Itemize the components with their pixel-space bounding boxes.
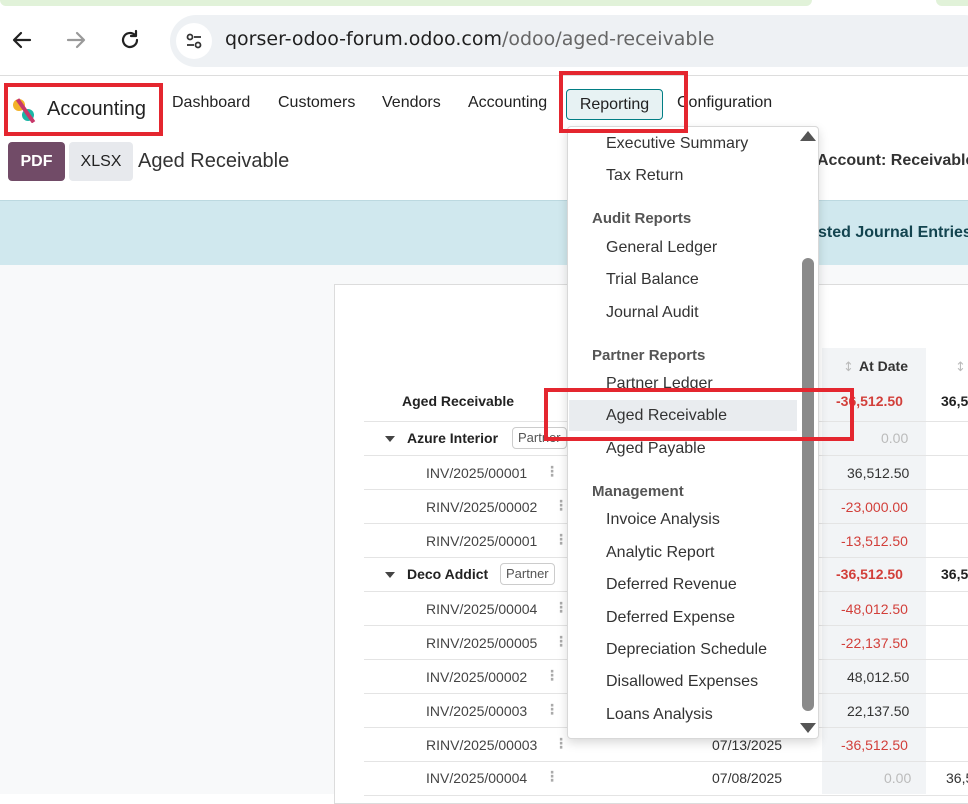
account-filter[interactable]: Account: Receivable: [817, 152, 968, 170]
at-date-value: 0.00: [884, 770, 912, 786]
invoice-ref[interactable]: RINV/2025/00005: [426, 635, 537, 651]
scrollbar-thumb[interactable]: [802, 258, 814, 711]
menu-item-journal-audit[interactable]: Journal Audit: [606, 304, 699, 322]
drag-handle-icon[interactable]: ⋮: [554, 634, 568, 650]
back-arrow-icon: [12, 31, 32, 49]
table-row[interactable]: INV/2025/00004 ⋮ 07/08/2025 0.00 36,5: [364, 762, 968, 796]
invoice-ref[interactable]: INV/2025/00003: [426, 703, 527, 719]
sort-icon[interactable]: ↕: [843, 360, 854, 375]
reload-button[interactable]: [114, 24, 146, 56]
invoice-ref[interactable]: INV/2025/00001: [426, 465, 527, 481]
menu-item-general-ledger[interactable]: General Ledger: [606, 239, 717, 257]
accounting-app-icon: [13, 97, 36, 123]
at-date-value: -36,512.50: [836, 566, 903, 582]
caret-down-icon[interactable]: [385, 572, 395, 578]
menu-vendors[interactable]: Vendors: [382, 94, 441, 112]
forward-button[interactable]: [60, 24, 92, 56]
url-host: qorser-odoo-forum.odoo.com: [225, 28, 502, 50]
forward-arrow-icon: [66, 31, 86, 49]
at-date-value: 36,512.50: [847, 465, 910, 481]
at-date-value: 0.00: [881, 430, 909, 446]
page-title: Aged Receivable: [138, 150, 290, 172]
info-banner: sted Journal Entries: [0, 200, 968, 265]
menu-dashboard[interactable]: Dashboard: [172, 94, 250, 112]
at-date-value: -36,512.50: [841, 737, 908, 753]
column-header-at-date[interactable]: At Date: [859, 358, 908, 374]
next-column-value: 36,5: [946, 770, 968, 786]
at-date-value: 48,012.50: [847, 669, 910, 685]
at-date-value: 22,137.50: [847, 703, 910, 719]
site-settings-icon: [186, 33, 202, 49]
due-date: 07/13/2025: [712, 737, 783, 753]
scroll-up-icon[interactable]: [800, 131, 816, 141]
menu-customers[interactable]: Customers: [278, 94, 355, 112]
xlsx-button[interactable]: XLSX: [69, 142, 133, 181]
reload-icon: [121, 29, 139, 49]
menu-item-loans-analysis[interactable]: Loans Analysis: [606, 706, 713, 724]
next-column-value: 36,5: [941, 393, 968, 409]
due-date: 07/08/2025: [712, 770, 783, 786]
invoice-ref[interactable]: RINV/2025/00003: [426, 737, 537, 753]
at-date-value: -22,137.50: [841, 635, 908, 651]
menu-accounting[interactable]: Accounting: [468, 94, 547, 112]
invoice-ref[interactable]: RINV/2025/00002: [426, 499, 537, 515]
invoice-ref[interactable]: INV/2025/00002: [426, 669, 527, 685]
app-brand[interactable]: Accounting: [4, 83, 163, 136]
at-date-value: -48,012.50: [841, 601, 908, 617]
menu-item-disallowed-expenses[interactable]: Disallowed Expenses: [606, 673, 758, 691]
section-header-partner-reports: Partner Reports: [592, 347, 706, 364]
tab-strip: [0, 0, 968, 6]
menu-item-executive-summary[interactable]: Executive Summary: [606, 135, 748, 153]
drag-handle-icon[interactable]: ⋮: [554, 532, 568, 548]
drag-handle-icon[interactable]: ⋮: [545, 702, 559, 718]
site-settings-button[interactable]: [176, 23, 212, 59]
menu-item-aged-payable[interactable]: Aged Payable: [606, 440, 706, 458]
annotation-highlight-reporting: [559, 71, 688, 133]
menu-item-invoice-analysis[interactable]: Invoice Analysis: [606, 511, 720, 529]
partner-badge[interactable]: Partner: [500, 563, 555, 585]
menu-item-deferred-revenue[interactable]: Deferred Revenue: [606, 576, 737, 594]
menu-item-tax-return[interactable]: Tax Return: [606, 167, 683, 185]
invoice-ref[interactable]: INV/2025/00004: [426, 770, 527, 786]
section-header-audit-reports: Audit Reports: [592, 210, 692, 227]
drag-handle-icon[interactable]: ⋮: [554, 498, 568, 514]
drag-handle-icon[interactable]: ⋮: [554, 600, 568, 616]
url-text: qorser-odoo-forum.odoo.com/odoo/aged-rec…: [225, 28, 714, 50]
app-name: Accounting: [47, 98, 146, 120]
invoice-ref[interactable]: RINV/2025/00001: [426, 533, 537, 549]
drag-handle-icon[interactable]: ⋮: [554, 736, 568, 752]
address-bar[interactable]: qorser-odoo-forum.odoo.com/odoo/aged-rec…: [170, 15, 968, 67]
menu-item-depreciation-schedule[interactable]: Depreciation Schedule: [606, 641, 767, 659]
banner-text[interactable]: sted Journal Entries: [818, 224, 968, 242]
caret-down-icon[interactable]: [385, 436, 395, 442]
row-label: Aged Receivable: [402, 393, 515, 409]
menu-item-deferred-expense[interactable]: Deferred Expense: [606, 609, 735, 627]
menu-configuration[interactable]: Configuration: [677, 94, 772, 112]
other-tab[interactable]: [936, 0, 968, 6]
sort-icon[interactable]: ↕: [955, 360, 966, 375]
menu-item-analytic-report[interactable]: Analytic Report: [606, 544, 715, 562]
next-column-value: 36,5: [941, 566, 968, 582]
annotation-highlight-aged-receivable: [544, 388, 854, 441]
menu-item-trial-balance[interactable]: Trial Balance: [606, 271, 699, 289]
url-path: /odoo/aged-receivable: [501, 28, 715, 50]
partner-name: Azure Interior: [407, 430, 499, 446]
section-header-management: Management: [592, 483, 684, 500]
pdf-button[interactable]: PDF: [8, 142, 65, 181]
invoice-ref[interactable]: RINV/2025/00004: [426, 601, 537, 617]
at-date-value: -23,000.00: [841, 499, 908, 515]
scroll-down-icon[interactable]: [800, 723, 816, 733]
at-date-value: -13,512.50: [841, 533, 908, 549]
back-button[interactable]: [6, 24, 38, 56]
drag-handle-icon[interactable]: ⋮: [545, 464, 559, 480]
drag-handle-icon[interactable]: ⋮: [545, 769, 559, 785]
browser-toolbar: qorser-odoo-forum.odoo.com/odoo/aged-rec…: [0, 0, 968, 76]
partner-name: Deco Addict: [407, 566, 489, 582]
active-tab[interactable]: [0, 0, 812, 6]
drag-handle-icon[interactable]: ⋮: [545, 668, 559, 684]
